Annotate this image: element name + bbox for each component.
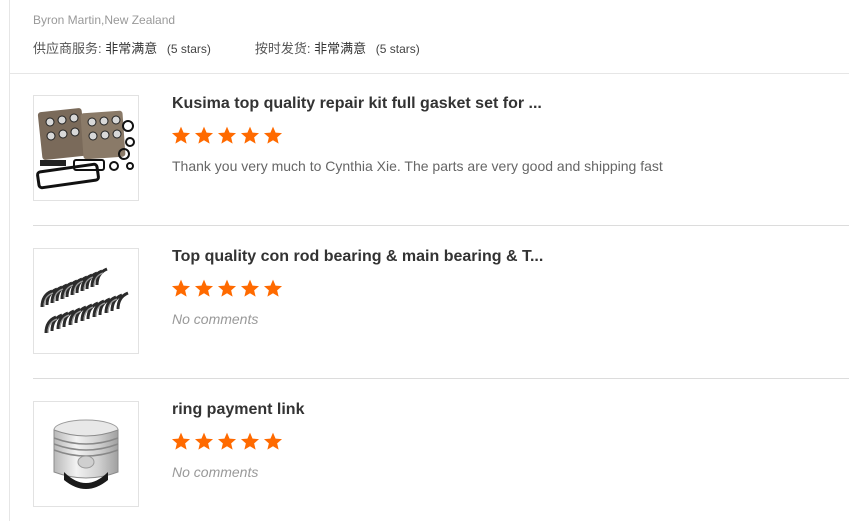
gasket-set-icon [36,108,135,190]
product-thumbnail[interactable] [33,95,139,201]
star-icon [263,126,283,144]
header-divider [10,73,849,74]
review-item: Top quality con rod bearing & main beari… [33,248,849,358]
rating-value: 非常满意 [314,41,367,56]
rating-label: 供应商服务: [33,41,102,56]
rating-supplier-service: 供应商服务: 非常满意 (5 stars) [33,38,211,57]
star-icon [217,279,237,297]
star-icon [171,279,191,297]
piston-icon [53,419,119,489]
rating-stars-text: (5 stars) [375,42,420,56]
product-title-link[interactable]: Top quality con rod bearing & main beari… [172,248,543,266]
reviewer-name: Byron Martin,New Zealand [33,13,176,27]
star-icon [263,432,283,450]
left-border [9,0,10,521]
review-comment: Thank you very much to Cynthia Xie. The … [172,158,663,174]
star-icon [240,432,260,450]
star-rating [171,126,283,145]
star-icon [263,279,283,297]
product-thumbnail[interactable] [33,401,139,507]
review-item: Kusima top quality repair kit full gaske… [33,95,849,205]
review-divider [33,225,849,226]
star-icon [194,126,214,144]
star-icon [217,126,237,144]
product-title-link[interactable]: ring payment link [172,401,304,419]
bearing-set-icon [40,267,129,334]
star-icon [171,432,191,450]
supplier-ratings: 供应商服务: 非常满意 (5 stars) 按时发货: 非常满意 (5 star… [33,38,420,57]
star-icon [240,126,260,144]
product-thumbnail[interactable] [33,248,139,354]
star-icon [240,279,260,297]
rating-on-time-delivery: 按时发货: 非常满意 (5 stars) [255,38,420,57]
rating-label: 按时发货: [254,41,311,56]
star-icon [194,432,214,450]
star-rating [171,279,283,298]
star-icon [194,279,214,297]
rating-value: 非常满意 [105,41,158,56]
review-item: ring payment link No comments [33,401,849,511]
review-divider [33,378,849,379]
rating-stars-text: (5 stars) [166,42,211,56]
star-icon [171,126,191,144]
star-icon [217,432,237,450]
product-title-link[interactable]: Kusima top quality repair kit full gaske… [172,95,542,113]
review-comment: No comments [172,311,259,327]
star-rating [171,432,283,451]
review-comment: No comments [172,464,259,480]
